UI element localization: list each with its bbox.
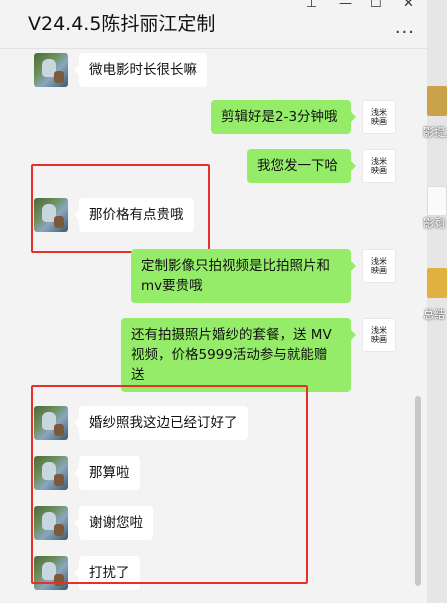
title-bar: V24.4.5陈抖丽江定制 ⊥ — ☐ ✕ ··· <box>0 0 427 48</box>
desktop-label: 影剩 <box>423 217 445 230</box>
close-icon[interactable]: ✕ <box>403 0 414 12</box>
pin-icon[interactable]: ⊥ <box>306 0 317 12</box>
message-bubble[interactable]: 还有拍摄照片婚纱的套餐，送 MV 视频，价格5999活动参与就能赠 送 <box>121 318 356 392</box>
avatar-brand-line1: 浅米 <box>371 257 387 266</box>
message-text-line: 定制影像只拍视频是比拍照片和 <box>141 258 330 274</box>
contact-avatar[interactable] <box>34 53 68 87</box>
highlight-box <box>31 385 308 584</box>
avatar-brand-line2: 映画 <box>371 335 387 344</box>
my-avatar[interactable]: 浅米 映画 <box>362 100 396 134</box>
avatar-brand-line2: 映画 <box>371 166 387 175</box>
message-bubble[interactable]: 剪辑好是2-3分钟哦 <box>211 100 356 134</box>
highlight-box <box>31 164 210 253</box>
chat-window: V24.4.5陈抖丽江定制 ⊥ — ☐ ✕ ··· 微电影时长很长嘛 剪辑好是2… <box>0 0 427 603</box>
message-text-line: 还有拍摄照片婚纱的套餐，送 MV <box>131 327 332 343</box>
message-bubble[interactable]: 微电影时长很长嘛 <box>74 53 207 87</box>
avatar-brand-line1: 浅米 <box>371 326 387 335</box>
scrollbar-thumb[interactable] <box>415 396 421 586</box>
desktop-label: 总结 <box>423 308 445 321</box>
message-bubble[interactable]: 我您发一下哈 <box>247 149 356 183</box>
document-icon[interactable] <box>427 186 447 216</box>
more-options-icon[interactable]: ··· <box>395 22 415 43</box>
avatar-brand-line2: 映画 <box>371 266 387 275</box>
desktop-label: 影提方 <box>423 126 447 139</box>
maximize-icon[interactable]: ☐ <box>370 0 382 12</box>
message-bubble[interactable]: 定制影像只拍视频是比拍照片和 mv要贵哦 <box>131 249 356 303</box>
avatar-brand-line1: 浅米 <box>371 108 387 117</box>
message-text-line: 送 <box>131 367 145 383</box>
message-text-line: mv要贵哦 <box>141 278 203 294</box>
message-list[interactable]: 微电影时长很长嘛 剪辑好是2-3分钟哦 浅米 映画 我您发一下哈 浅米 映画 那… <box>0 49 427 603</box>
minimize-icon[interactable]: — <box>339 0 352 12</box>
avatar-brand-line1: 浅米 <box>371 157 387 166</box>
message-text-line: 视频，价格5999活动参与就能赠 <box>131 347 328 363</box>
message-text: 剪辑好是2-3分钟哦 <box>221 109 338 125</box>
my-avatar[interactable]: 浅米 映画 <box>362 149 396 183</box>
message-text: 我您发一下哈 <box>257 158 338 174</box>
my-avatar[interactable]: 浅米 映画 <box>362 318 396 352</box>
chat-title: V24.4.5陈抖丽江定制 <box>28 13 216 35</box>
folder-icon[interactable] <box>427 268 447 298</box>
avatar-brand-line2: 映画 <box>371 117 387 126</box>
message-text: 微电影时长很长嘛 <box>89 62 197 78</box>
my-avatar[interactable]: 浅米 映画 <box>362 249 396 283</box>
folder-icon[interactable] <box>427 86 447 116</box>
